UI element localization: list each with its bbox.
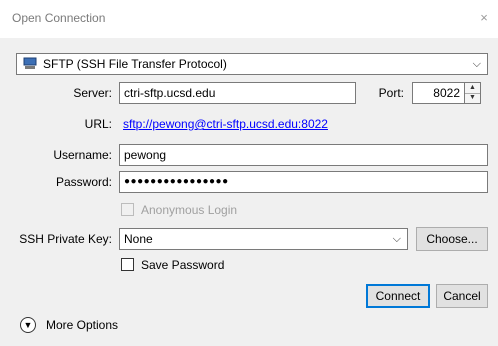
chevron-down-icon: ⌵ xyxy=(392,233,401,245)
choose-key-button[interactable]: Choose... xyxy=(416,227,488,251)
password-input[interactable]: ●●●●●●●●●●●●●●●● xyxy=(119,171,488,193)
username-input[interactable]: pewong xyxy=(119,144,488,166)
ssh-key-select-value: None xyxy=(124,232,153,246)
port-stepper[interactable]: ▲ ▼ xyxy=(464,82,481,104)
more-options-label[interactable]: More Options xyxy=(46,316,118,334)
password-label: Password: xyxy=(55,175,112,189)
close-icon[interactable]: × xyxy=(474,8,494,28)
anonymous-login-label: Anonymous Login xyxy=(141,203,238,217)
chevron-down-icon: ⌵ xyxy=(472,58,481,70)
port-label: Port: xyxy=(378,86,404,100)
protocol-select-value: SFTP (SSH File Transfer Protocol) xyxy=(43,57,227,71)
save-password-label: Save Password xyxy=(141,258,225,272)
window-title: Open Connection xyxy=(12,11,106,25)
username-label: Username: xyxy=(53,148,112,162)
expand-icon[interactable]: ▼ xyxy=(20,317,36,333)
url-label: URL: xyxy=(84,117,112,131)
anonymous-login-checkbox[interactable] xyxy=(121,203,134,216)
url-link[interactable]: sftp://pewong@ctri-sftp.ucsd.edu:8022 xyxy=(123,114,328,134)
ssh-key-select[interactable]: None ⌵ xyxy=(119,228,408,250)
connect-button[interactable]: Connect xyxy=(366,284,430,308)
stepper-down-icon[interactable]: ▼ xyxy=(465,93,480,103)
server-input[interactable]: ctri-sftp.ucsd.edu xyxy=(119,82,356,104)
cancel-button[interactable]: Cancel xyxy=(436,284,488,308)
protocol-select[interactable]: SFTP (SSH File Transfer Protocol) ⌵ xyxy=(16,53,488,75)
network-drive-icon xyxy=(23,57,37,69)
save-password-checkbox[interactable] xyxy=(121,258,134,271)
ssh-key-label: SSH Private Key: xyxy=(19,232,112,246)
port-input[interactable]: 8022 xyxy=(412,82,465,104)
server-label: Server: xyxy=(73,86,112,100)
